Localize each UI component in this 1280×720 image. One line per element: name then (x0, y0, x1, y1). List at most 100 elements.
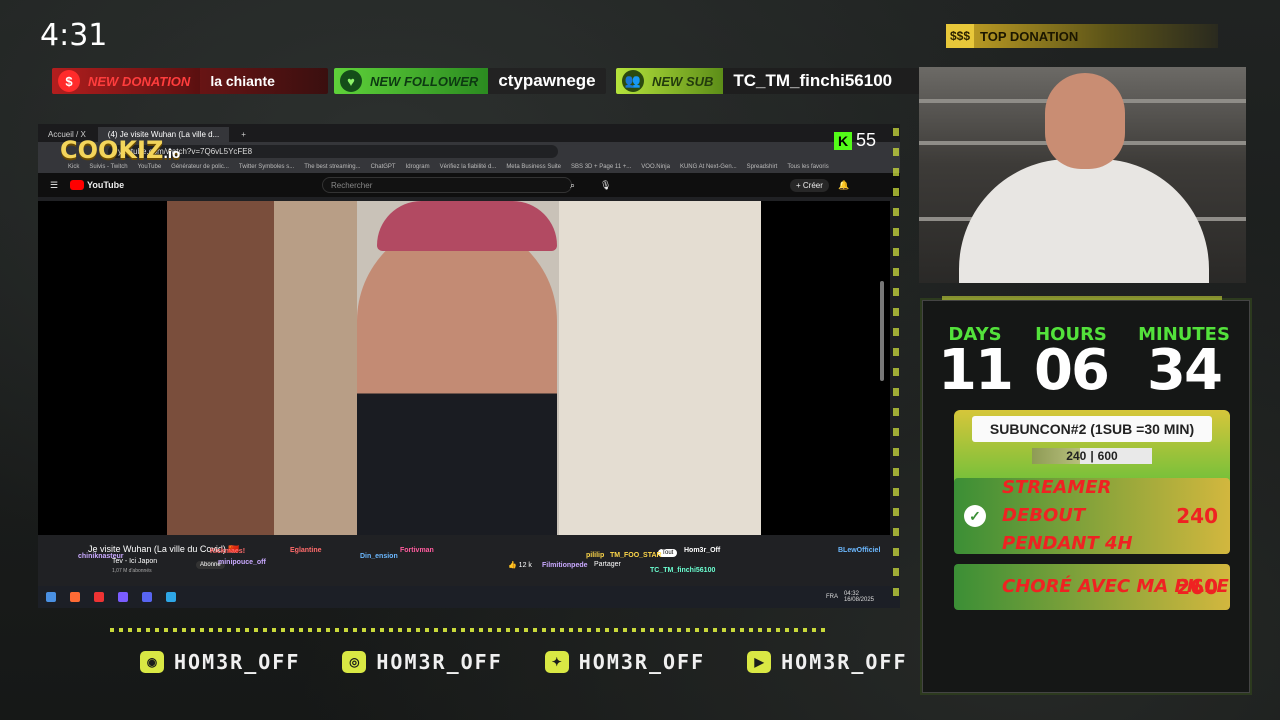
bookmark[interactable]: ChatGPT (371, 164, 396, 170)
top-donation-bar: $$$ TOP DONATION (946, 24, 1218, 48)
chat-name: TM_FOO_STAR (610, 552, 662, 559)
instagram-icon: ◎ (342, 651, 367, 673)
dotted-divider (110, 628, 830, 632)
frame-decoration (893, 128, 899, 606)
alert-label: NEW SUB (652, 73, 714, 89)
like-button[interactable]: 👍 12 k (508, 561, 532, 569)
chat-name: pililip (586, 552, 604, 559)
subathon-title: SUBUNCON#2 (1SUB =30 MIN) (972, 416, 1212, 442)
share-button[interactable]: Partager (594, 561, 621, 568)
bookmark[interactable]: Tous les favoris (787, 164, 828, 170)
bookmark[interactable]: Générateur de polic... (171, 164, 229, 170)
youtube-search-input[interactable]: Rechercher (322, 177, 572, 193)
bookmark[interactable]: Spreadshirt (747, 164, 778, 170)
goal-item-completed: ✓ STREAMER DEBOUT PENDANT 4H 240 (954, 477, 1230, 554)
search-icon[interactable]: ⌕ (570, 180, 575, 191)
windows-start-icon[interactable] (46, 592, 56, 602)
taskbar-app-icon[interactable] (118, 592, 128, 602)
goal-value: 260 (1176, 575, 1218, 599)
chef-body (959, 159, 1209, 283)
taskbar-language[interactable]: FRA (826, 594, 838, 600)
clock: 4:31 (40, 18, 108, 53)
bookmark[interactable]: Twitter Symboles s... (239, 164, 294, 170)
chat-name-text: pililip (586, 552, 605, 559)
like-count: 12 k (518, 562, 532, 569)
youtube-icon: ▶ (747, 651, 772, 673)
chat-name: Hom3r_Off (684, 547, 720, 554)
progress-goal: 600 (1097, 449, 1118, 463)
bookmark[interactable]: VOO.Ninja (641, 164, 670, 170)
taskbar-app-icon[interactable] (70, 592, 80, 602)
dollar-icon: $ (58, 70, 80, 92)
chef-head (1045, 73, 1125, 169)
bookmark[interactable]: YouTube (138, 164, 162, 170)
video-person-hat (377, 201, 557, 251)
discord-icon: ◉ (140, 651, 164, 673)
video-person (357, 221, 557, 535)
goal-item: CHORÉ AVEC MA FILLE 260 (954, 564, 1230, 610)
scrollbar[interactable] (880, 281, 884, 381)
alert-label: NEW DONATION (88, 73, 191, 89)
alert-new-sub: 👥 NEW SUB TC_TM_finchi56100 (616, 68, 920, 94)
heart-icon: ♥ (340, 70, 362, 92)
bookmark[interactable]: The best streaming... (304, 164, 360, 170)
social-twitter[interactable]: ✦ HOM3R_OFF (544, 650, 705, 674)
youtube-logo-text: YouTube (87, 180, 125, 190)
microphone-icon[interactable]: 🎙 (600, 180, 611, 191)
chat-name-text: chiniknasteur (78, 553, 124, 560)
subathon-progress-bar: 240 | 600 (1032, 448, 1152, 464)
bookmark[interactable]: Meta Business Suite (506, 164, 561, 170)
screen-capture-browser: Accueil / X (4) Je visite Wuhan (La vill… (38, 124, 900, 608)
chat-name: Filmitionpede (542, 562, 588, 569)
menu-icon[interactable]: ☰ (50, 180, 58, 191)
subathon-panel: DAYS 11 HOURS 06 MINUTES 34 SUBUNCON#2 (… (920, 296, 1252, 695)
chat-name-text: minipouce_off (218, 559, 266, 566)
social-handle: HOM3R_OFF (174, 650, 301, 674)
chat-name-text: Din_ension (360, 553, 398, 560)
taskbar-app-icon[interactable] (142, 592, 152, 602)
progress-separator: | (1090, 449, 1094, 463)
goal-text: STREAMER DEBOUT PENDANT 4H (1002, 477, 1133, 554)
timer-minutes: MINUTES 34 (1128, 324, 1240, 403)
windows-taskbar: FRA 04:32 16/08/2025 (38, 586, 900, 608)
video-frame (167, 201, 761, 535)
chat-name-text: Eglantine (290, 547, 322, 554)
chat-name: minipouce_off (218, 559, 266, 566)
youtube-play-icon (70, 180, 84, 190)
taskbar-clock[interactable]: 04:32 16/08/2025 (844, 591, 874, 603)
bookmark[interactable]: Kick (68, 164, 79, 170)
alert-value: TC_TM_finchi56100 (733, 71, 893, 90)
kick-count: 55 (856, 130, 877, 150)
bookmark[interactable]: Idrogram (406, 164, 430, 170)
social-handle: HOM3R_OFF (781, 650, 908, 674)
youtube-logo[interactable]: YouTube (70, 180, 124, 190)
social-instagram[interactable]: ◎ HOM3R_OFF (342, 650, 502, 674)
timer-minutes-value: 34 (1147, 338, 1223, 403)
timer-days: DAYS 11 (930, 324, 1020, 399)
taskbar-app-icon[interactable] (94, 592, 104, 602)
new-tab-button[interactable]: + (231, 127, 256, 142)
chat-name: Eglantine (290, 547, 322, 554)
chat-name-text: Filmitionpede (542, 562, 588, 569)
alert-value: ctypawnege (498, 71, 596, 90)
alert-new-follower: ♥ NEW FOLLOWER ctypawnege (334, 68, 606, 94)
cookiz-logo-text: COOKIZ (60, 136, 164, 164)
cookiz-logo-tld: .io (163, 147, 181, 161)
create-button[interactable]: + Créer (790, 178, 829, 192)
bookmark[interactable]: KUNG At Next-Gen... (680, 164, 737, 170)
bookmark[interactable]: SBS 3D + Page 11 +... (571, 164, 631, 170)
taskbar-app-icon[interactable] (166, 592, 176, 602)
social-links: ◉ HOM3R_OFF ◎ HOM3R_OFF ✦ HOM3R_OFF ▶ HO… (140, 650, 950, 674)
chat-name-text: TC_TM_finchi56100 (650, 567, 716, 574)
social-youtube[interactable]: ▶ HOM3R_OFF (747, 650, 907, 674)
social-discord[interactable]: ◉ HOM3R_OFF (140, 650, 300, 674)
bookmark[interactable]: Vérifiez la fiabilité d... (440, 164, 497, 170)
bell-icon[interactable]: 🔔 (838, 180, 849, 191)
timer-hours: HOURS 06 (1026, 324, 1116, 399)
progress-text: 240 | 600 (1032, 448, 1152, 464)
chat-name: chiniknasteur (78, 553, 124, 560)
video-player[interactable] (38, 201, 890, 535)
progress-current: 240 (1066, 449, 1087, 463)
bookmark[interactable]: Suivis - Twitch (89, 164, 127, 170)
chat-name-text: Fortivman (400, 547, 434, 554)
